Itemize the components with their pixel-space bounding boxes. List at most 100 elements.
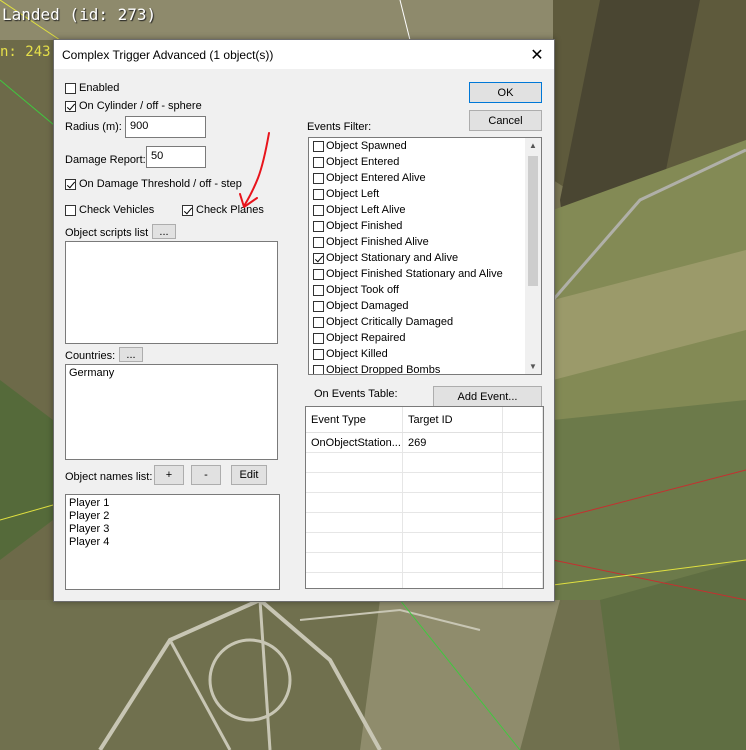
events-filter-item[interactable]: Object Entered Alive: [309, 170, 541, 186]
empty-cell: [306, 512, 403, 533]
events-filter-label: Object Stationary and Alive: [326, 252, 459, 264]
list-item[interactable]: Germany: [69, 367, 274, 380]
events-filter-item[interactable]: Object Entered: [309, 154, 541, 170]
countries-browse-button[interactable]: ...: [119, 347, 143, 362]
events-filter-checkbox[interactable]: [313, 188, 324, 200]
empty-cell: [402, 572, 503, 588]
events-filter-label: Object Spawned: [326, 140, 407, 152]
close-button[interactable]: ✕: [520, 40, 554, 69]
events-filter-label: Object Finished Stationary and Alive: [326, 268, 503, 280]
events-filter-checkbox[interactable]: [313, 268, 324, 280]
damage-threshold-label: On Damage Threshold / off - step: [79, 178, 242, 190]
enabled-label: Enabled: [79, 82, 120, 94]
enabled-checkbox[interactable]: Enabled: [65, 82, 119, 94]
ok-button[interactable]: OK: [469, 82, 542, 103]
scripts-listbox[interactable]: [65, 241, 278, 344]
damage-threshold-checkbox[interactable]: On Damage Threshold / off - step: [65, 178, 242, 190]
damage-report-input[interactable]: 50: [146, 146, 206, 168]
events-filter-item[interactable]: Object Spawned: [309, 138, 541, 154]
countries-listbox[interactable]: Germany: [65, 364, 278, 460]
events-filter-item[interactable]: Object Took off: [309, 282, 541, 298]
events-filter-item[interactable]: Object Finished: [309, 218, 541, 234]
table-row: [306, 572, 543, 588]
events-filter-checkbox[interactable]: [313, 156, 324, 168]
events-filter-checkbox[interactable]: [313, 236, 324, 248]
events-filter-item[interactable]: Object Damaged: [309, 298, 541, 314]
events-filter-checkbox[interactable]: [313, 220, 324, 232]
scroll-thumb[interactable]: [528, 156, 538, 286]
scroll-down-icon[interactable]: ▼: [528, 362, 538, 371]
enabled-checkbox-box[interactable]: [65, 82, 76, 94]
list-item[interactable]: Player 2: [69, 510, 276, 523]
events-filter-item[interactable]: Object Finished Alive: [309, 234, 541, 250]
radius-label: Radius (m):: [65, 121, 122, 133]
empty-cell: [402, 512, 503, 533]
add-name-button[interactable]: +: [154, 465, 184, 485]
events-filter-item[interactable]: Object Left Alive: [309, 202, 541, 218]
events-filter-checkbox[interactable]: [313, 252, 324, 264]
column-header-event-type[interactable]: Event Type: [306, 407, 403, 433]
events-filter-checkbox[interactable]: [313, 348, 324, 360]
events-filter-item[interactable]: Object Left: [309, 186, 541, 202]
cancel-button[interactable]: Cancel: [469, 110, 542, 131]
cylinder-checkbox[interactable]: On Cylinder / off - sphere: [65, 100, 202, 112]
events-filter-label: Object Entered Alive: [326, 172, 426, 184]
event-type-cell[interactable]: OnObjectStation...: [306, 432, 403, 453]
table-row[interactable]: OnObjectStation... 269: [306, 432, 543, 453]
radius-input[interactable]: 900: [125, 116, 206, 138]
events-filter-item[interactable]: Object Stationary and Alive: [309, 250, 541, 266]
empty-cell: [502, 472, 543, 493]
events-filter-checkbox[interactable]: [313, 204, 324, 216]
events-filter-label: Object Finished Alive: [326, 236, 429, 248]
events-table[interactable]: Event Type Target ID OnObjectStation... …: [305, 406, 544, 589]
damage-threshold-checkbox-box[interactable]: [65, 178, 76, 190]
title-bar[interactable]: Complex Trigger Advanced (1 object(s)) ✕: [54, 40, 554, 69]
list-item[interactable]: Player 3: [69, 523, 276, 536]
events-filter-checkbox[interactable]: [313, 140, 324, 152]
scripts-browse-button[interactable]: ...: [152, 224, 176, 239]
list-item[interactable]: Player 1: [69, 497, 276, 510]
check-planes-checkbox-box[interactable]: [182, 204, 193, 216]
countries-label: Countries:: [65, 350, 116, 362]
events-filter-checkbox[interactable]: [313, 332, 324, 344]
table-row: [306, 452, 543, 473]
empty-cell: [306, 492, 403, 513]
events-filter-item[interactable]: Object Finished Stationary and Alive: [309, 266, 541, 282]
empty-cell: [502, 552, 543, 573]
empty-cell: [502, 512, 543, 533]
events-filter-label: Object Left: [326, 188, 380, 200]
events-filter-checkbox[interactable]: [313, 172, 324, 184]
empty-cell: [502, 452, 543, 473]
events-filter-list[interactable]: Object Spawned Object Entered Object Enter…: [308, 137, 542, 375]
events-filter-checkbox[interactable]: [313, 316, 324, 328]
events-filter-checkbox[interactable]: [313, 284, 324, 296]
cylinder-checkbox-box[interactable]: [65, 100, 76, 112]
remove-name-button[interactable]: -: [191, 465, 221, 485]
object-names-label: Object names list:: [65, 471, 153, 483]
edit-name-button[interactable]: Edit: [231, 465, 267, 485]
complex-trigger-dialog: Complex Trigger Advanced (1 object(s)) ✕…: [53, 39, 555, 602]
events-filter-label: Object Repaired: [326, 332, 406, 344]
events-filter-checkbox[interactable]: [313, 300, 324, 312]
events-filter-item[interactable]: Object Critically Damaged: [309, 314, 541, 330]
events-filter-checkbox[interactable]: [313, 364, 324, 374]
object-names-listbox[interactable]: Player 1 Player 2 Player 3 Player 4: [65, 494, 280, 590]
table-row: [306, 552, 543, 573]
events-filter-scrollbar[interactable]: ▲ ▼: [525, 138, 541, 374]
empty-cell: [402, 452, 503, 473]
empty-cell: [502, 572, 543, 588]
check-vehicles-checkbox-box[interactable]: [65, 204, 76, 216]
add-event-button[interactable]: Add Event...: [433, 386, 542, 407]
empty-cell: [306, 452, 403, 473]
scroll-up-icon[interactable]: ▲: [528, 141, 538, 150]
damage-report-label: Damage Report:: [65, 154, 146, 166]
events-filter-item[interactable]: Object Repaired: [309, 330, 541, 346]
column-header-target-id[interactable]: Target ID: [402, 407, 503, 433]
check-vehicles-checkbox[interactable]: Check Vehicles: [65, 204, 154, 216]
events-filter-item[interactable]: Object Dropped Bombs: [309, 362, 541, 374]
list-item[interactable]: Player 4: [69, 536, 276, 549]
target-id-cell[interactable]: 269: [402, 432, 503, 453]
empty-cell: [306, 532, 403, 553]
events-filter-item[interactable]: Object Killed: [309, 346, 541, 362]
events-filter-label: Object Damaged: [326, 300, 409, 312]
